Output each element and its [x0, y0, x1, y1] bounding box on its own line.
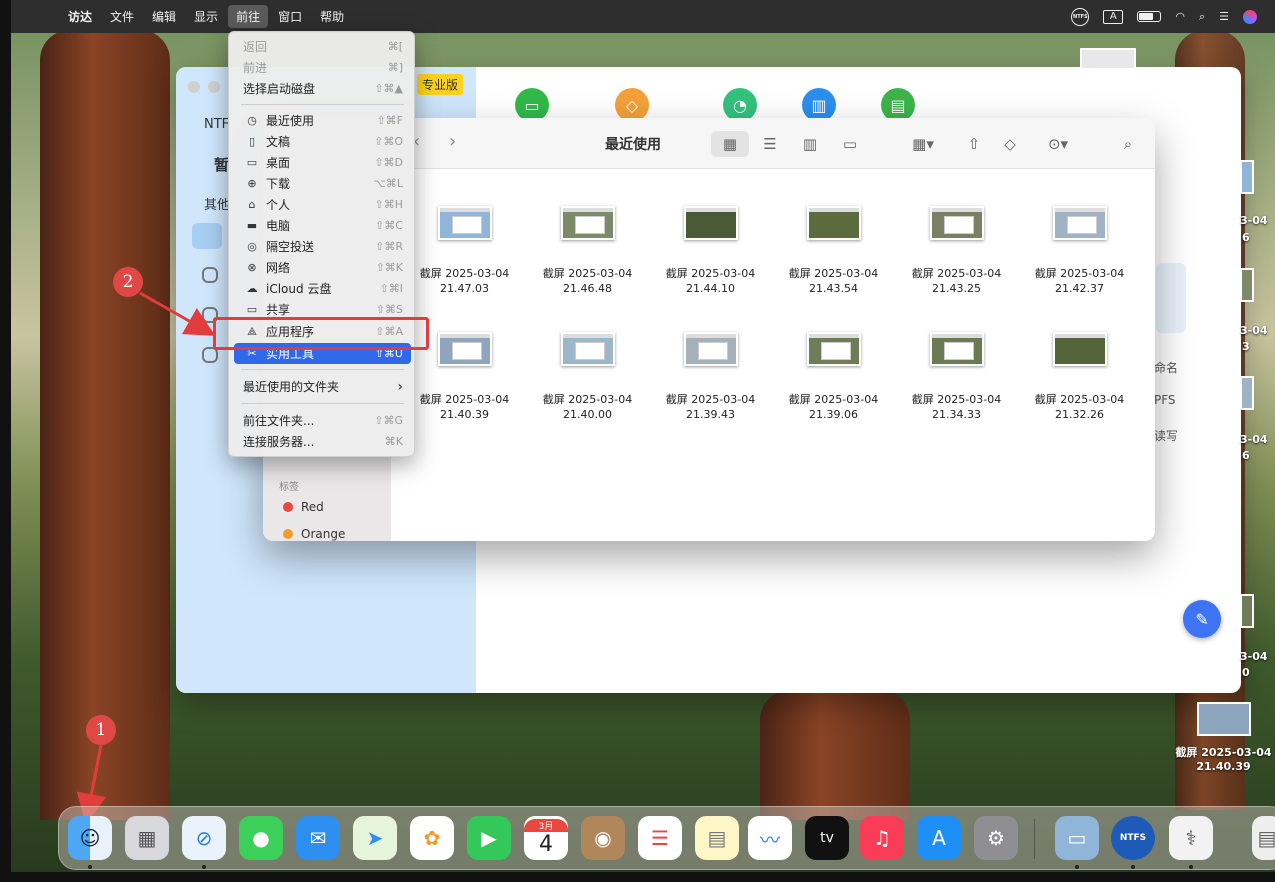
system-settings-icon[interactable]: ⚙ [974, 816, 1018, 860]
apple-tv-icon[interactable]: tv [805, 816, 849, 860]
app-store-icon[interactable]: A [917, 816, 961, 860]
arrow-to-applications [139, 291, 216, 336]
ntfs-app-icon[interactable]: NTFS [1111, 816, 1155, 860]
dock: ☺ ▦ ⊘ ● ✉ ➤ ✿ ▶ 3月 4 ◉ ☰ ▤ 〰 tv ♫ A ⚙ ▭ … [58, 806, 1275, 870]
running-indicator [1131, 865, 1135, 869]
reminders-icon[interactable]: ☰ [638, 816, 682, 860]
step-badge-2: 2 [113, 267, 143, 297]
finder-icon[interactable]: ☺ [68, 816, 112, 860]
screen-border [0, 872, 1275, 882]
screen-border [0, 0, 11, 882]
preview-icon[interactable]: ▭ [1055, 816, 1099, 860]
annotation-arrows [76, 291, 216, 824]
freeform-icon[interactable]: 〰 [748, 816, 792, 860]
launchpad-icon[interactable]: ▦ [125, 816, 169, 860]
facetime-icon[interactable]: ▶ [467, 816, 511, 860]
running-indicator [202, 865, 206, 869]
running-indicator [88, 865, 92, 869]
contacts-icon[interactable]: ◉ [581, 816, 625, 860]
photos-icon[interactable]: ✿ [410, 816, 454, 860]
maps-icon[interactable]: ➤ [353, 816, 397, 860]
safari-icon[interactable]: ⊘ [182, 816, 226, 860]
notes-icon[interactable]: ▤ [695, 816, 739, 860]
running-indicator [1075, 865, 1079, 869]
downloads-stack-icon[interactable]: ▤ [1252, 816, 1275, 860]
messages-icon[interactable]: ● [239, 816, 283, 860]
disk-utility-icon[interactable]: ⚕ [1169, 816, 1213, 860]
running-indicator [1189, 865, 1193, 869]
step-badge-1: 1 [86, 715, 116, 745]
dock-separator [1034, 819, 1035, 859]
music-icon[interactable]: ♫ [860, 816, 904, 860]
calendar-icon[interactable]: 3月 4 [524, 816, 568, 860]
arrow-to-finder [76, 744, 107, 824]
mail-icon[interactable]: ✉ [296, 816, 340, 860]
